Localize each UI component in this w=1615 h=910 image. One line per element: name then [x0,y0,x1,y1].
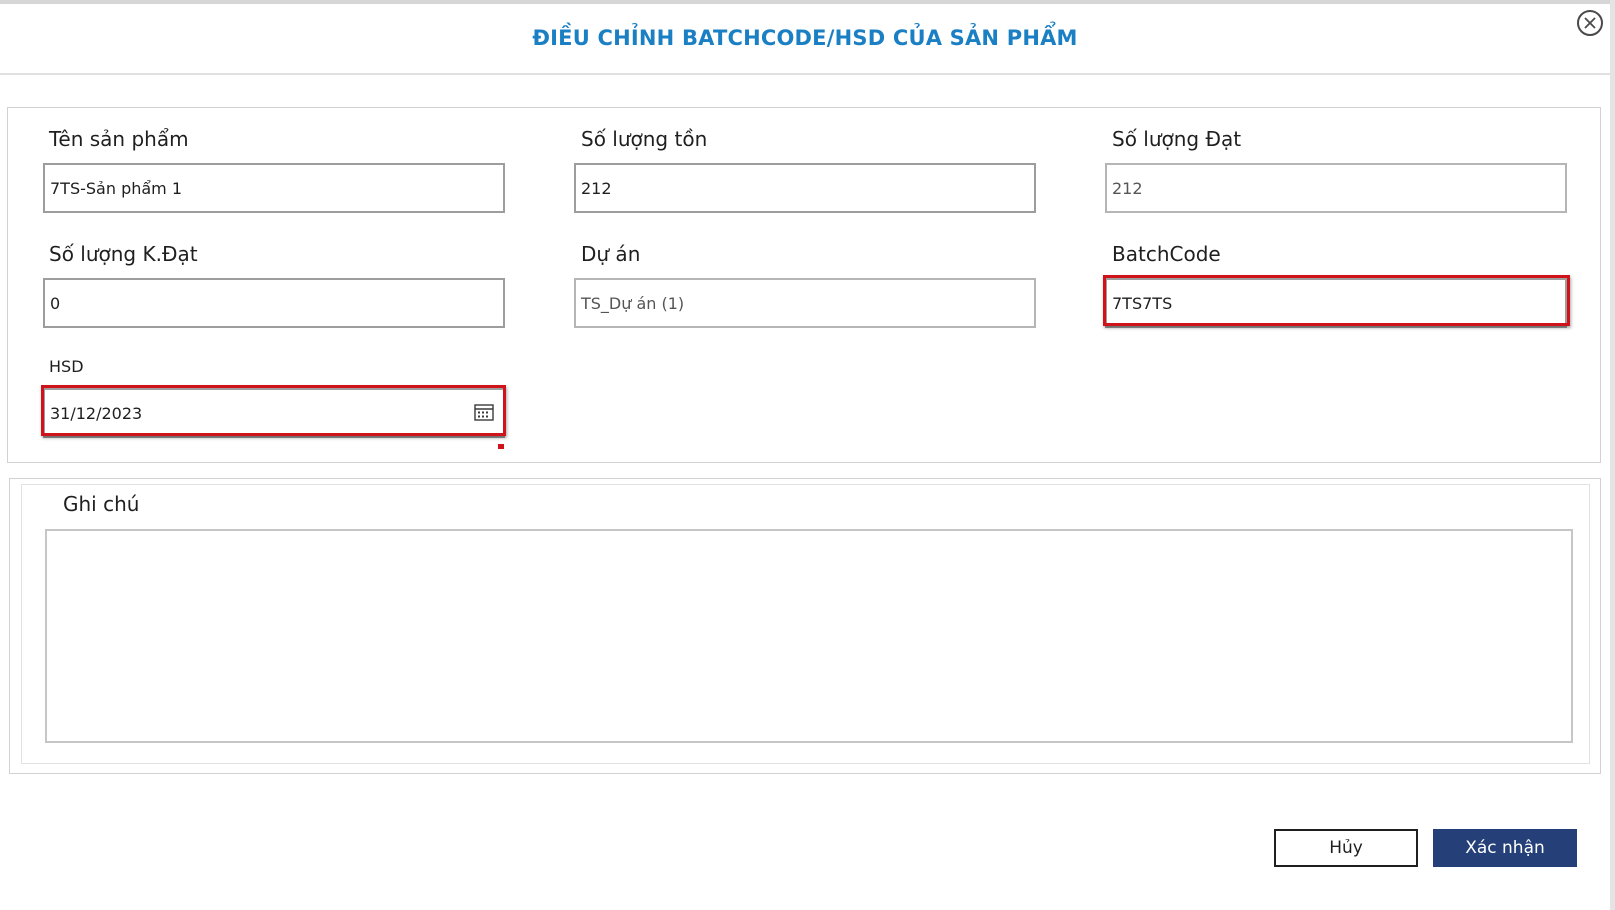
pass-qty-field[interactable]: 212 [1105,163,1567,213]
highlight-marker [498,444,504,449]
product-name-value: 7TS-Sản phẩm 1 [50,179,183,198]
pass-qty-label: Số lượng Đạt [1112,127,1242,151]
batch-code-label: BatchCode [1112,242,1221,266]
dialog-header: ĐIỀU CHỈNH BATCHCODE/HSD CỦA SẢN PHẨM [0,4,1610,75]
stock-qty-field[interactable]: 212 [574,163,1036,213]
note-textarea[interactable] [45,529,1573,743]
product-name-field[interactable]: 7TS-Sản phẩm 1 [43,163,505,213]
project-label: Dự án [581,242,641,266]
expiry-label: HSD [49,357,84,376]
product-name-label: Tên sản phẩm [49,127,189,151]
expiry-highlight [41,385,506,436]
project-field[interactable]: TS_Dự án (1) [574,278,1036,328]
note-label: Ghi chú [63,492,140,516]
close-circle-icon [1584,17,1596,29]
confirm-button[interactable]: Xác nhận [1433,829,1577,867]
close-button[interactable] [1577,10,1603,36]
fail-qty-label: Số lượng K.Đạt [49,242,198,266]
project-value: TS_Dự án (1) [581,294,685,313]
note-panel: Ghi chú [9,478,1601,774]
fail-qty-field[interactable]: 0 [43,278,505,328]
scrollbar-track[interactable] [1610,0,1615,910]
cancel-button[interactable]: Hủy [1274,829,1418,867]
pass-qty-value: 212 [1112,179,1143,198]
fail-qty-value: 0 [50,294,61,313]
stock-qty-value: 212 [581,179,612,198]
dialog-title: ĐIỀU CHỈNH BATCHCODE/HSD CỦA SẢN PHẨM [532,26,1078,50]
batch-code-highlight [1103,275,1570,326]
stock-qty-label: Số lượng tồn [581,127,708,151]
